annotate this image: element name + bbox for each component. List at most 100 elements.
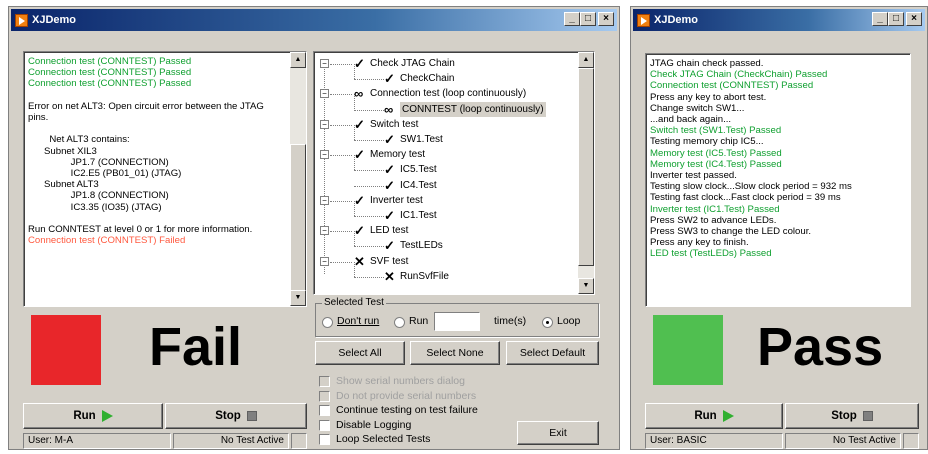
collapse-icon[interactable]: − — [320, 226, 329, 236]
maximize-button[interactable]: □ — [580, 12, 596, 26]
tree-scroll-down-button[interactable]: ▼ — [578, 278, 594, 294]
close-button[interactable]: × — [598, 12, 614, 26]
tree-item-label[interactable]: LED test — [370, 223, 408, 238]
maximize-button[interactable]: □ — [888, 12, 904, 26]
xjdemo-window-fail: XJDemo _ □ × Connection test (CONNTEST) … — [8, 6, 620, 450]
tree-item-label[interactable]: SW1.Test — [400, 132, 443, 147]
tree-item[interactable]: ✓ IC5.Test — [314, 162, 578, 177]
collapse-icon[interactable]: − — [320, 89, 329, 99]
tree-group[interactable]: − ∞ Connection test (loop continuously) — [314, 86, 578, 110]
tree-group[interactable]: − ✓ Inverter test — [314, 193, 578, 216]
log-line: Net ALT3 contains: — [28, 134, 130, 146]
option-checkbox — [319, 376, 330, 387]
tree-item[interactable]: ✓ IC4.Test — [314, 178, 578, 193]
tree-item-label[interactable]: IC4.Test — [400, 178, 437, 193]
loop-label[interactable]: Loop — [557, 315, 580, 327]
scroll-up-button[interactable]: ▲ — [290, 52, 306, 68]
run-button[interactable]: Run — [645, 403, 783, 429]
option-label[interactable]: Loop Selected Tests — [336, 433, 430, 445]
test-tree[interactable]: − ✓ Check JTAG Chain ✓ CheckChain − ∞ Connectio… — [313, 51, 595, 295]
tree-item[interactable]: ✓ SW1.Test — [314, 132, 578, 147]
minimize-button[interactable]: _ — [872, 12, 888, 26]
tree-item[interactable]: ∞ CONNTEST (loop continuously) — [314, 101, 578, 117]
stop-button[interactable]: Stop — [785, 403, 919, 429]
collapse-icon[interactable]: − — [320, 150, 329, 160]
option-checkbox[interactable] — [319, 405, 330, 416]
exit-label: Exit — [549, 427, 567, 439]
title-bar[interactable]: XJDemo _ □ × — [11, 9, 617, 31]
log-line: Press any key to abort test. — [650, 91, 767, 103]
tree-group[interactable]: − ✓ Switch test — [314, 117, 578, 140]
tree-item-label[interactable]: Inverter test — [370, 193, 423, 208]
select-none-label: Select None — [426, 347, 484, 359]
option-label[interactable]: Disable Logging — [336, 419, 411, 431]
log-scrollbar[interactable]: ▲ ▼ — [290, 52, 306, 306]
close-button[interactable]: × — [906, 12, 922, 26]
pass-check-icon: ✓ — [354, 56, 365, 71]
minimize-button[interactable]: _ — [564, 12, 580, 26]
play-icon — [722, 410, 734, 422]
scroll-thumb[interactable] — [290, 144, 306, 294]
log-text: Connection test (CONNTEST) Passed Connect… — [28, 56, 290, 246]
tree-item[interactable]: ✕ RunSvfFile — [314, 269, 578, 284]
log-line: Subnet XIL3 — [28, 145, 97, 157]
tree-line — [354, 140, 384, 141]
log-line: Switch test (SW1.Test) Passed — [650, 125, 782, 137]
tree-item-label[interactable]: CONNTEST (loop continuously) — [400, 101, 546, 117]
tree-item-label[interactable]: CheckChain — [400, 71, 454, 86]
log-line: Press SW2 to advance LEDs. — [650, 214, 777, 226]
dont-run-label[interactable]: Don't run — [337, 315, 379, 327]
collapse-icon[interactable]: − — [320, 195, 329, 205]
tree-item-label[interactable]: IC5.Test — [400, 162, 437, 177]
tree-group[interactable]: − ✓ LED test — [314, 223, 578, 247]
tree-item-label[interactable]: Check JTAG Chain — [370, 56, 455, 71]
tree-scrollbar[interactable]: ▲ ▼ — [578, 52, 594, 294]
run-radio-label[interactable]: Run — [409, 315, 428, 327]
select-default-label: Select Default — [519, 347, 586, 359]
tree-item[interactable]: ✓ TestLEDs — [314, 238, 578, 253]
tree-group[interactable]: − ✓ Memory test — [314, 147, 578, 171]
times-label: time(s) — [494, 315, 527, 327]
option-label[interactable]: Continue testing on test failure — [336, 404, 478, 416]
tree-scroll-up-button[interactable]: ▲ — [578, 52, 594, 68]
select-default-button[interactable]: Select Default — [506, 341, 599, 365]
tree-item-label[interactable]: Connection test (loop continuously) — [370, 86, 526, 101]
loop-icon: ∞ — [354, 86, 364, 102]
tree-item-label[interactable]: SVF test — [370, 254, 408, 269]
option-checkbox[interactable] — [319, 419, 330, 431]
log-line: JP1.7 (CONNECTION) — [28, 156, 169, 168]
select-none-button[interactable]: Select None — [410, 341, 500, 365]
tree-line — [354, 170, 384, 172]
log-line: Press SW3 to change the LED colour. — [650, 226, 812, 238]
run-radio[interactable] — [394, 317, 405, 328]
test-log[interactable]: Connection test (CONNTEST) Passed Connect… — [23, 51, 307, 307]
tree-scroll-thumb[interactable] — [578, 68, 594, 266]
collapse-icon[interactable]: − — [320, 119, 329, 129]
run-count-input[interactable] — [434, 312, 480, 331]
tree-item-label[interactable]: TestLEDs — [400, 238, 443, 253]
stop-button[interactable]: Stop — [165, 403, 307, 429]
dont-run-radio[interactable] — [322, 317, 333, 328]
collapse-icon[interactable]: − — [320, 256, 329, 266]
tree-item-label[interactable]: RunSvfFile — [400, 269, 449, 284]
tree-item-label[interactable]: IC1.Test — [400, 208, 437, 223]
title-bar[interactable]: XJDemo _ □ × — [633, 9, 925, 31]
tree-item[interactable]: ✓ CheckChain — [314, 71, 578, 86]
collapse-icon[interactable]: − — [320, 59, 329, 68]
log-line: Memory test (IC5.Test) Passed — [650, 147, 782, 159]
run-button[interactable]: Run — [23, 403, 163, 429]
tree-item-label[interactable]: Switch test — [370, 117, 418, 132]
stop-icon — [862, 411, 873, 421]
tree-group[interactable]: − ✕ SVF test — [314, 254, 578, 277]
tree-item-label[interactable]: Memory test — [370, 147, 425, 162]
scroll-down-button[interactable]: ▼ — [290, 290, 306, 306]
option-checkbox[interactable] — [319, 434, 330, 445]
exit-button[interactable]: Exit — [517, 421, 599, 445]
select-all-button[interactable]: Select All — [315, 341, 405, 365]
tree-group[interactable]: − ✓ Check JTAG Chain — [314, 56, 578, 79]
tree-item[interactable]: ✓ IC1.Test — [314, 208, 578, 223]
loop-radio[interactable] — [542, 317, 553, 328]
test-log[interactable]: JTAG chain check passed. Check JTAG Chain… — [645, 53, 911, 307]
